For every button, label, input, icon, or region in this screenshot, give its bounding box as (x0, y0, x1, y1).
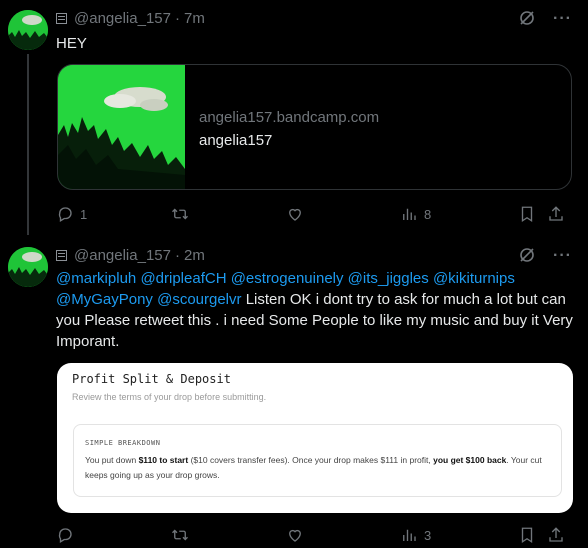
reply-icon (58, 207, 72, 222)
reply-icon (58, 528, 72, 543)
card-domain: angelia157.bandcamp.com (199, 109, 380, 126)
mention-link[interactable]: @dripleafCH (140, 270, 226, 287)
views-button[interactable]: 8 (400, 205, 518, 223)
views-button[interactable]: 3 (400, 526, 518, 544)
retweet-icon (172, 529, 188, 541)
mention-link[interactable]: @kikiturnips (433, 270, 515, 287)
card-image (58, 65, 185, 189)
tweet-text: HEY (56, 35, 87, 52)
retweet-button[interactable] (171, 205, 286, 223)
bookmark-button[interactable] (518, 205, 547, 223)
more-icon[interactable]: ··· (553, 10, 572, 28)
action-bar: 3 (56, 526, 574, 544)
more-icon[interactable]: ··· (553, 247, 572, 265)
header-icons: ··· (519, 247, 572, 265)
retweet-icon (172, 208, 188, 220)
timestamp[interactable]: 2m (184, 247, 205, 264)
like-icon (289, 208, 301, 221)
views-count: 8 (424, 206, 432, 222)
breakdown-label: SIMPLE BREAKDOWN (85, 439, 161, 447)
grok-icon[interactable] (519, 247, 535, 263)
mention-link[interactable]: @scourgelvr (157, 291, 241, 308)
reply-button[interactable] (56, 526, 171, 544)
mention-link[interactable]: @its_jiggles (348, 270, 429, 287)
breakdown-box: SIMPLE BREAKDOWN You put down $110 to st… (73, 424, 562, 497)
bookmark-icon (521, 206, 533, 223)
flag-icon (56, 13, 67, 24)
separator-dot: · (174, 10, 180, 27)
share-icon (549, 527, 563, 542)
views-count: 3 (424, 527, 432, 543)
avatar[interactable] (8, 10, 48, 50)
breakdown-text: You put down $110 to start ($10 covers t… (85, 455, 542, 480)
tweet-header: @angelia_157 · 2m (56, 247, 205, 264)
avatar[interactable] (8, 247, 48, 287)
timestamp[interactable]: 7m (184, 10, 205, 27)
card-title: angelia157 (199, 132, 273, 149)
bookmark-icon (521, 527, 533, 544)
share-icon (549, 206, 563, 221)
tweet-text: @markipluh @dripleafCH @estrogenuinely @… (56, 268, 574, 352)
author-handle[interactable]: @angelia_157 (74, 10, 171, 27)
views-icon (403, 208, 416, 220)
like-button[interactable] (286, 526, 400, 544)
action-bar: 1 8 (56, 205, 574, 223)
like-button[interactable] (286, 205, 400, 223)
reply-button[interactable]: 1 (56, 205, 171, 223)
reply-count: 1 (80, 206, 88, 222)
bookmark-button[interactable] (518, 526, 547, 544)
share-button[interactable] (547, 205, 565, 223)
header-icons: ··· (519, 10, 572, 28)
image-title: Profit Split & Deposit (72, 372, 231, 386)
grok-icon[interactable] (519, 10, 535, 26)
separator-dot: · (174, 247, 180, 264)
mention-link[interactable]: @MyGayPony (56, 291, 153, 308)
thread-line (27, 54, 29, 235)
mention-link[interactable]: @markipluh (56, 270, 136, 287)
flag-icon (56, 250, 67, 261)
attached-image[interactable]: Profit Split & Deposit Review the terms … (57, 363, 573, 513)
share-button[interactable] (547, 526, 565, 544)
retweet-button[interactable] (171, 526, 286, 544)
like-icon (289, 529, 301, 542)
tweet-2[interactable]: @angelia_157 · 2m ··· @markipluh @driple… (0, 235, 588, 548)
tweet-header: @angelia_157 · 7m (56, 10, 205, 27)
mention-link[interactable]: @estrogenuinely (231, 270, 344, 287)
image-subtitle: Review the terms of your drop before sub… (72, 392, 267, 402)
author-handle[interactable]: @angelia_157 (74, 247, 171, 264)
views-icon (403, 529, 416, 541)
link-card[interactable]: angelia157.bandcamp.com angelia157 (57, 64, 572, 190)
tweet-1[interactable]: @angelia_157 · 7m ··· HEY angelia157.ban… (0, 0, 588, 235)
